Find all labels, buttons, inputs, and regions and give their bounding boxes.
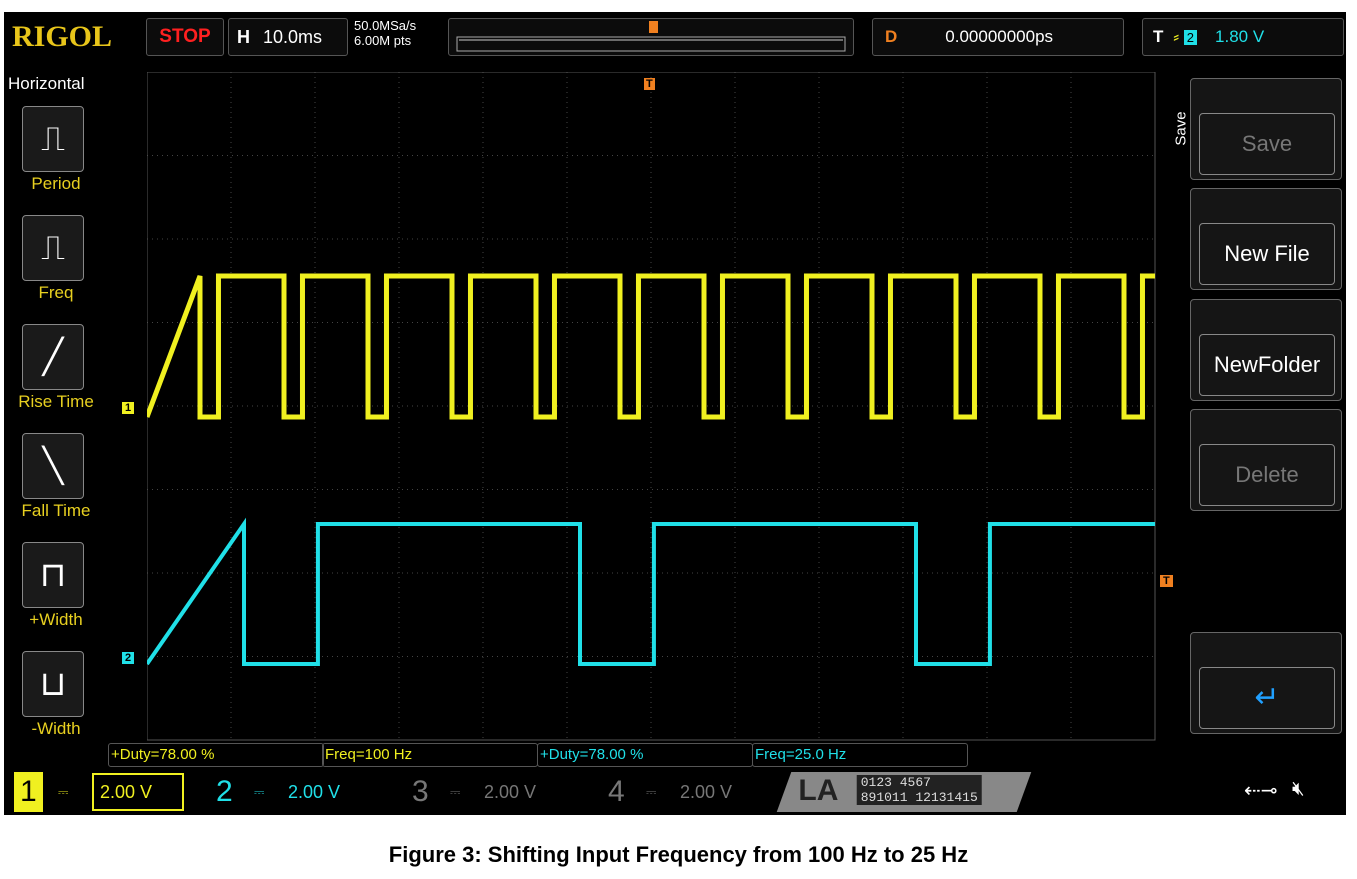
menu-item-label: Rise Time [18,392,94,411]
dc-coupling-icon: ⎓ [58,784,69,799]
measurement-readout: Freq=100 Hz [322,743,538,767]
la-bits: 0123 4567 891011 12131415 [856,775,982,805]
menu-button-label: Save [1199,113,1335,175]
trigger-position-marker[interactable]: T [644,78,655,90]
menu-button-label: NewFolder [1199,334,1335,396]
menu-item-width[interactable]: ⊓ [22,542,84,608]
acquisition-info: 50.0MSa/s 6.00M pts [354,18,416,48]
measurement-readout: +Duty=78.00 % [537,743,753,767]
delay-box[interactable]: D 0.00000000ps [872,18,1124,56]
menu-item-freq[interactable]: ⎍ [22,215,84,281]
channel-number: 1 [14,772,43,812]
menu-newfolder-button[interactable]: NewFolder [1190,299,1342,401]
trigger-level: 1.80 V [1215,27,1265,46]
menu-item-width[interactable]: ⊔ [22,651,84,717]
measure-icon: ⊔ [39,665,67,703]
trigger-source: 2 [1183,30,1198,45]
channel-scale: 2.00 V [288,782,341,802]
horizontal-label: H [237,27,250,47]
run-stop-status[interactable]: STOP [146,18,224,56]
menu-item-period[interactable]: ⎍ [22,106,84,172]
enter-button[interactable]: ↵ [1190,632,1342,734]
rising-edge-icon: ⸗ [1173,27,1180,46]
la-label: LA [798,774,839,807]
trigger-level-marker[interactable]: T [1160,575,1173,587]
dc-coupling-icon: ⎓ [646,784,657,799]
channel-3-button[interactable]: 3 ⎓ 2.00 V [400,772,590,812]
la-bits-top: 0123 4567 [860,775,931,790]
timebase-value: 10.0ms [263,27,323,47]
menu-item-label: +Width [29,610,83,629]
sample-rate: 50.0MSa/s [354,18,417,33]
menu-item-label: Freq [38,283,74,302]
measure-icon: ╲ [42,447,64,485]
trigger-label: T [1153,27,1164,46]
channel-number: 2 [216,775,233,808]
menu-delete-button[interactable]: Delete [1190,409,1342,511]
timebase-box[interactable]: H 10.0ms [228,18,348,56]
menu-item-label: Period [31,174,81,193]
menu-item-rise-time[interactable]: ╱ [22,324,84,390]
delay-value: 0.00000000ps [945,27,1054,46]
dc-coupling-icon: ⎓ [450,784,461,799]
menu-item-fall-time[interactable]: ╲ [22,433,84,499]
la-button[interactable]: LA 0123 4567 891011 12131415 [776,772,1032,812]
measure-icon: ╱ [42,338,64,376]
waveform-grid [147,72,1156,741]
menu-save-button[interactable]: Save [1190,78,1342,180]
measurement-readout: +Duty=78.00 % [108,743,324,767]
measurement-readout: Freq=25.0 Hz [752,743,968,767]
menu-item-label: Fall Time [21,501,91,520]
memory-overview[interactable] [448,18,854,56]
enter-icon: ↵ [1199,667,1335,729]
memory-depth: 6.00M pts [354,33,412,48]
ch2-offset-marker[interactable]: 2 [122,652,135,664]
la-bits-bottom: 891011 12131415 [860,790,978,805]
usb-icon: ⇠⊸ [1244,780,1278,802]
ch1-offset-marker[interactable]: 1 [122,402,135,414]
measure-icon: ⊓ [39,556,67,594]
rigol-logo: RIGOL [12,20,113,53]
channel-2-button[interactable]: 2 ⎓ 2.00 V [204,772,394,812]
measure-icon: ⎍ [41,229,65,267]
channel-1-button[interactable]: 1 ⎓ 2.00 V [8,772,198,812]
save-menu-title: Save [1172,111,1190,146]
horizontal-menu: Horizontal ⎍ Period ⎍ Freq ╱ Rise Time ╲ Fall T… [4,70,108,750]
trigger-box[interactable]: T ⸗ 2 1.80 V [1142,18,1344,56]
mute-icon[interactable]: 🔇︎ [1292,778,1305,801]
figure-caption: Figure 3: Shifting Input Frequency from … [388,842,969,867]
dc-coupling-icon: ⎓ [254,784,265,799]
menu-button-label: New File [1199,223,1335,285]
channel-scale: 2.00 V [680,782,733,802]
menu-item-label: -Width [31,719,81,738]
menu-button-label: Delete [1199,444,1335,506]
delay-label: D [885,27,898,46]
channel-scale: 2.00 V [92,773,185,811]
measure-icon: ⎍ [41,120,65,158]
menu-new-file-button[interactable]: New File [1190,188,1342,290]
memory-waveform-icon [456,21,846,52]
channel-number: 4 [608,775,625,808]
channel-number: 3 [412,775,429,808]
channel-4-button[interactable]: 4 ⎓ 2.00 V [596,772,786,812]
oscilloscope-screen: RIGOL STOP H 10.0ms 50.0MSa/s 6.00M pts D… [4,12,1346,815]
menu-title: Horizontal [8,74,85,93]
channel-scale: 2.00 V [484,782,537,802]
